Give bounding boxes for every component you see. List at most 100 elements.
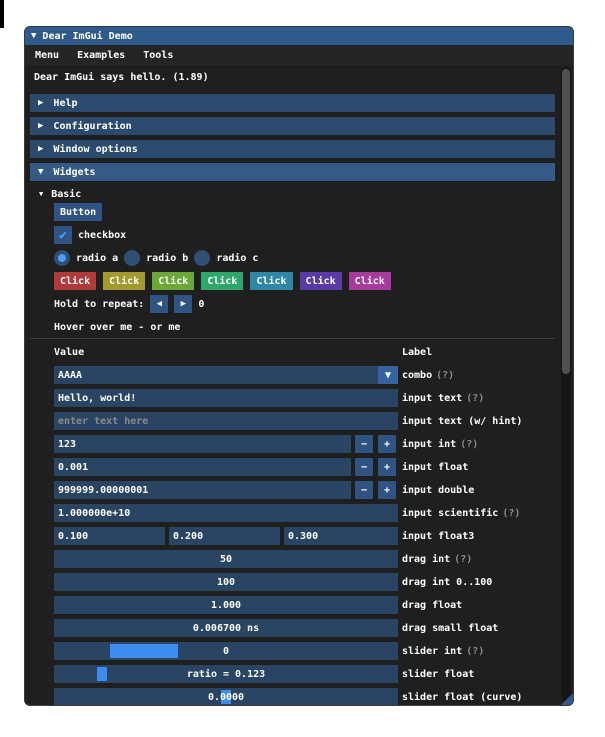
basic-button[interactable]: Button xyxy=(54,203,103,221)
hold-repeat-counter: 0 xyxy=(198,298,205,310)
input-float3-z[interactable]: 0.300 xyxy=(284,527,398,545)
input-double-label: input double xyxy=(402,484,475,496)
hold-repeat-row: Hold to repeat: ◀ ▶ 0 xyxy=(54,295,204,313)
collapse-arrow-icon: ▼ xyxy=(38,167,44,177)
header-configuration[interactable]: ▶ Configuration xyxy=(30,117,555,135)
slider-grab[interactable] xyxy=(96,667,107,681)
expand-arrow-icon: ▶ xyxy=(38,98,44,108)
combo-label: combo xyxy=(402,369,433,381)
slider-int-label-row: slider int (?) xyxy=(402,642,484,660)
header-help-label: Help xyxy=(53,97,78,109)
slider-log-value: 0.0000 xyxy=(207,691,245,703)
input-double-field[interactable]: 999999.00000001 xyxy=(54,481,351,499)
minus-icon[interactable]: − xyxy=(355,435,373,453)
click-button-red[interactable]: Click xyxy=(54,272,97,290)
radio-a[interactable] xyxy=(54,250,70,266)
checkmark-icon[interactable]: ✔ xyxy=(54,226,72,244)
input-scientific-field[interactable]: 1.000000e+10 xyxy=(54,504,398,522)
input-text-field[interactable]: Hello, world! xyxy=(54,389,398,407)
expand-arrow-icon: ▶ xyxy=(38,144,44,154)
input-float-field[interactable]: 0.001 xyxy=(54,458,351,476)
collapse-arrow-icon[interactable]: ▼ xyxy=(31,31,36,41)
radio-c[interactable] xyxy=(194,250,211,266)
hold-repeat-label: Hold to repeat: xyxy=(54,298,145,310)
radio-b-label: radio b xyxy=(146,252,189,264)
title-bar[interactable]: ▼ Dear ImGui Demo xyxy=(25,27,573,45)
demo-window: ▼ Dear ImGui Demo Menu Examples Tools De… xyxy=(24,26,574,706)
drag-float-label: drag float xyxy=(402,599,463,611)
colored-buttons-row: Click Click Click Click Click Click Clic… xyxy=(54,272,391,290)
plus-icon[interactable]: + xyxy=(378,481,396,499)
combo-label-row: combo (?) xyxy=(402,366,454,384)
help-marker[interactable]: (?) xyxy=(460,439,478,450)
slider-log-field[interactable]: 0.0000 xyxy=(54,688,398,705)
minus-icon[interactable]: − xyxy=(355,481,373,499)
header-widgets[interactable]: ▼ Widgets xyxy=(30,163,555,181)
window-content: Dear ImGui says hello. (1.89) ▶ Help ▶ C… xyxy=(25,65,559,705)
drag-small-float-field[interactable]: 0.006700 ns xyxy=(54,619,398,637)
slider-int-field[interactable]: 0 xyxy=(54,642,398,660)
click-button-magenta[interactable]: Click xyxy=(348,272,391,290)
hover-text[interactable]: Hover over me - or me xyxy=(54,318,180,336)
checkbox-label: checkbox xyxy=(78,229,127,241)
scrollbar-thumb[interactable] xyxy=(562,69,570,374)
combo-box[interactable]: AAAA ▼ xyxy=(54,366,398,384)
drag-int-label-row: drag int (?) xyxy=(402,550,472,568)
vertical-scrollbar[interactable] xyxy=(561,67,571,701)
click-button-blue[interactable]: Click xyxy=(250,272,293,290)
input-int-label-row: input int (?) xyxy=(402,435,478,453)
input-float3-x[interactable]: 0.100 xyxy=(54,527,165,545)
corner-mark xyxy=(0,0,4,28)
input-float3-label: input float3 xyxy=(402,530,475,542)
arrow-left-icon[interactable]: ◀ xyxy=(150,295,169,313)
help-marker[interactable]: (?) xyxy=(454,554,472,565)
chevron-down-icon[interactable]: ▼ xyxy=(378,366,398,384)
click-button-purple[interactable]: Click xyxy=(299,272,342,290)
input-int-label: input int xyxy=(402,438,457,450)
tree-node-basic[interactable]: ▼ Basic xyxy=(39,185,81,203)
column-header-label: Label xyxy=(402,346,433,358)
input-float3-y[interactable]: 0.200 xyxy=(169,527,280,545)
menu-item-tools[interactable]: Tools xyxy=(143,50,173,61)
drag-int-label: drag int xyxy=(402,553,451,565)
click-button-teal[interactable]: Click xyxy=(201,272,244,290)
intro-text: Dear ImGui says hello. (1.89) xyxy=(34,71,209,83)
slider-log-label: slider float (curve) xyxy=(402,691,523,703)
plus-icon[interactable]: + xyxy=(378,435,396,453)
header-window-options-label: Window options xyxy=(53,143,138,155)
input-hint-field[interactable]: enter text here xyxy=(54,412,398,430)
menu-item-menu[interactable]: Menu xyxy=(35,50,59,61)
header-window-options[interactable]: ▶ Window options xyxy=(30,140,555,158)
drag-float-field[interactable]: 1.000 xyxy=(54,596,398,614)
column-header-value: Value xyxy=(54,346,85,358)
click-button-yellow[interactable]: Click xyxy=(103,272,146,290)
menu-bar: Menu Examples Tools xyxy=(25,45,573,65)
arrow-right-icon[interactable]: ▶ xyxy=(174,295,193,313)
help-marker[interactable]: (?) xyxy=(502,508,520,519)
checkbox-row[interactable]: ✔ checkbox xyxy=(54,226,126,244)
minus-icon[interactable]: − xyxy=(355,458,373,476)
radio-a-label: radio a xyxy=(76,252,119,264)
resize-grip-icon[interactable] xyxy=(561,693,573,705)
input-int-field[interactable]: 123 xyxy=(54,435,351,453)
drag-int-range-field[interactable]: 100 xyxy=(54,573,398,591)
input-float-label: input float xyxy=(402,461,469,473)
radio-b[interactable] xyxy=(124,250,141,266)
help-marker[interactable]: (?) xyxy=(466,646,484,657)
radio-group: radio a radio b radio c xyxy=(54,249,258,267)
tree-arrow-icon: ▼ xyxy=(39,190,44,198)
help-marker[interactable]: (?) xyxy=(466,393,484,404)
input-scientific-label: input scientific xyxy=(402,507,499,519)
input-text-label: input text xyxy=(402,392,463,404)
slider-grab[interactable] xyxy=(110,644,179,658)
click-button-green[interactable]: Click xyxy=(152,272,195,290)
drag-int-field[interactable]: 50 xyxy=(54,550,398,568)
plus-icon[interactable]: + xyxy=(378,458,396,476)
input-text-label-row: input text (?) xyxy=(402,389,484,407)
help-marker[interactable]: (?) xyxy=(436,370,454,381)
radio-selected-dot xyxy=(58,254,66,262)
header-configuration-label: Configuration xyxy=(53,120,132,132)
menu-item-examples[interactable]: Examples xyxy=(77,50,125,61)
slider-float-field[interactable]: ratio = 0.123 xyxy=(54,665,398,683)
header-help[interactable]: ▶ Help xyxy=(30,94,555,112)
